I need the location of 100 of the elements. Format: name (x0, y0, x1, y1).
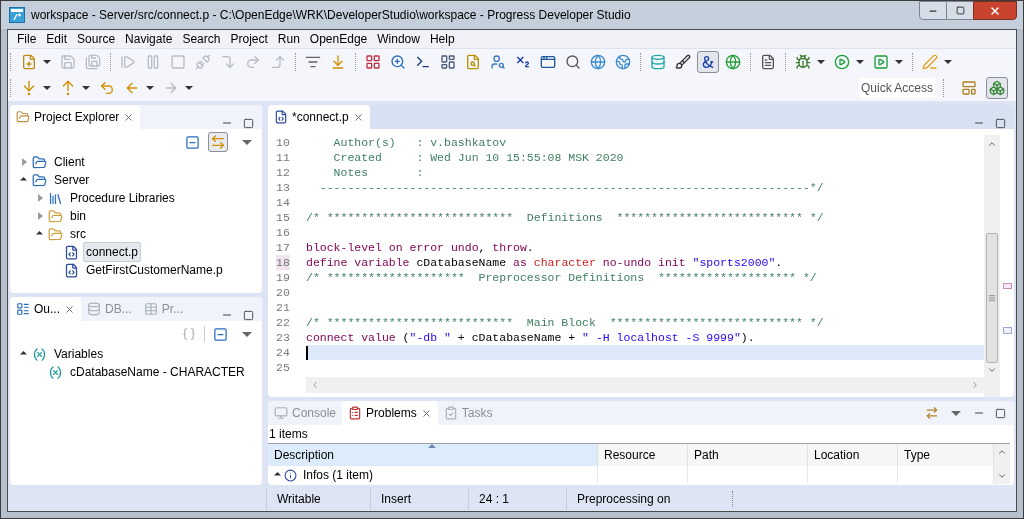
document-icon[interactable] (760, 54, 776, 70)
line-number: 17 (276, 240, 290, 255)
grid-icon[interactable] (365, 54, 381, 70)
quick-access-field[interactable]: Quick Access (859, 78, 935, 98)
collapsed-arrow-icon[interactable] (22, 158, 27, 166)
collapse-all-icon[interactable] (185, 134, 200, 150)
maximize-icon[interactable] (243, 117, 254, 129)
view-tab[interactable]: *connect.p (268, 105, 370, 129)
terminal-icon[interactable] (415, 54, 431, 70)
filter-icon[interactable] (305, 54, 321, 70)
last-edit-icon[interactable] (99, 80, 115, 96)
down-arrow-icon[interactable] (21, 80, 37, 96)
new-file-icon[interactable] (21, 54, 37, 70)
scroll-left-icon[interactable] (310, 380, 320, 390)
run-config-icon[interactable] (873, 54, 889, 70)
file-search-icon[interactable] (465, 54, 481, 70)
dropdown-caret-icon[interactable] (817, 60, 825, 64)
maximize-icon[interactable] (995, 407, 1006, 419)
menu-item[interactable]: Project (225, 30, 273, 48)
dropdown-caret-icon[interactable] (856, 60, 864, 64)
database-icon[interactable] (650, 54, 666, 70)
scroll-down-icon[interactable] (997, 471, 1007, 481)
link-with-editor-button[interactable] (208, 132, 228, 152)
line-number: 24 (276, 345, 290, 360)
drop-to-frame-icon[interactable] (330, 54, 346, 70)
menu-item[interactable]: Edit (41, 30, 73, 48)
tree-item[interactable]: Server (51, 170, 93, 190)
close-icon[interactable] (352, 111, 364, 123)
tree-item[interactable]: Client (51, 152, 88, 172)
run-icon[interactable] (834, 54, 850, 70)
minimize-button[interactable] (919, 1, 947, 20)
menu-item[interactable]: Run (272, 30, 305, 48)
vertical-scrollbar[interactable] (994, 444, 1010, 484)
filter-icon[interactable] (925, 406, 939, 420)
view-tab[interactable]: Ou... (10, 297, 81, 321)
horizontal-scrollbar[interactable] (306, 377, 984, 393)
user-search-icon[interactable] (490, 54, 506, 70)
view-menu-icon[interactable] (951, 410, 961, 416)
scroll-up-icon[interactable] (997, 447, 1007, 457)
search-icon[interactable] (565, 54, 581, 70)
menu-item[interactable]: File (12, 30, 42, 48)
tree-item[interactable]: connect.p (83, 242, 142, 262)
braces-icon[interactable] (182, 327, 196, 341)
globe-run-icon[interactable] (725, 54, 741, 70)
column-header[interactable]: Resource (598, 444, 688, 466)
annotation-marker[interactable] (1002, 283, 1012, 289)
dropdown-caret-icon[interactable] (146, 86, 154, 90)
menu-item[interactable]: Window (372, 30, 425, 48)
maximize-icon[interactable] (243, 309, 254, 321)
dropdown-caret-icon[interactable] (43, 86, 51, 90)
tree-item[interactable]: GetFirstCustomerName.p (83, 260, 226, 280)
collapse-all-icon[interactable] (213, 326, 228, 342)
collapsed-arrow-icon[interactable] (38, 194, 43, 202)
up-arrow-icon[interactable] (60, 80, 76, 96)
earth-icon[interactable] (615, 54, 631, 70)
perspective-button[interactable] (986, 77, 1008, 99)
close-icon[interactable] (64, 303, 75, 315)
toggle-button[interactable] (697, 51, 719, 73)
close-icon[interactable] (123, 111, 135, 123)
view-tab[interactable]: Project Explorer (10, 105, 141, 129)
column-header[interactable]: Description (268, 444, 598, 466)
tree-item[interactable]: Variables (51, 344, 107, 364)
dropdown-caret-icon[interactable] (82, 86, 90, 90)
scroll-thumb[interactable] (986, 233, 998, 363)
close-button[interactable] (973, 1, 1017, 20)
scroll-up-icon[interactable] (987, 139, 997, 149)
menu-item[interactable]: OpenEdge (304, 30, 373, 48)
menu-item[interactable]: Search (177, 30, 226, 48)
collapsed-arrow-icon[interactable] (38, 212, 43, 220)
scroll-down-icon[interactable] (987, 365, 997, 375)
scroll-right-icon[interactable] (970, 380, 980, 390)
menu-item[interactable]: Source (72, 30, 121, 48)
tree-item[interactable]: bin (67, 206, 89, 226)
vertical-scrollbar[interactable] (984, 135, 1000, 397)
subscript-icon[interactable] (515, 54, 531, 70)
maximize-button[interactable] (947, 1, 973, 20)
column-header[interactable]: Path (688, 444, 808, 466)
menu-item[interactable]: Help (424, 30, 460, 48)
annotation-marker[interactable] (1002, 327, 1012, 334)
view-menu-icon[interactable] (242, 139, 252, 145)
magnifier-icon[interactable] (390, 54, 406, 70)
column-header[interactable]: Location (808, 444, 898, 466)
view-menu-icon[interactable] (242, 331, 252, 337)
tree-item[interactable]: cDatabaseName - CHARACTER (67, 362, 248, 382)
menu-item[interactable]: Navigate (120, 30, 178, 48)
tree-item[interactable]: Procedure Libraries (67, 188, 178, 208)
window-icon[interactable] (540, 54, 556, 70)
brush-icon[interactable] (675, 54, 691, 70)
globe-icon[interactable] (590, 54, 606, 70)
dropdown-caret-icon[interactable] (43, 60, 51, 64)
dropdown-caret-icon[interactable] (895, 60, 903, 64)
pen-icon[interactable] (922, 54, 938, 70)
layout-icon[interactable] (440, 54, 456, 70)
tree-item[interactable]: src (67, 224, 89, 244)
bug-icon[interactable] (795, 54, 811, 70)
view-tab[interactable]: Problems (342, 401, 438, 425)
dropdown-caret-icon[interactable] (944, 60, 952, 64)
maximize-icon[interactable] (995, 117, 1006, 129)
close-icon[interactable] (420, 407, 432, 419)
column-header[interactable]: Type (898, 444, 994, 466)
